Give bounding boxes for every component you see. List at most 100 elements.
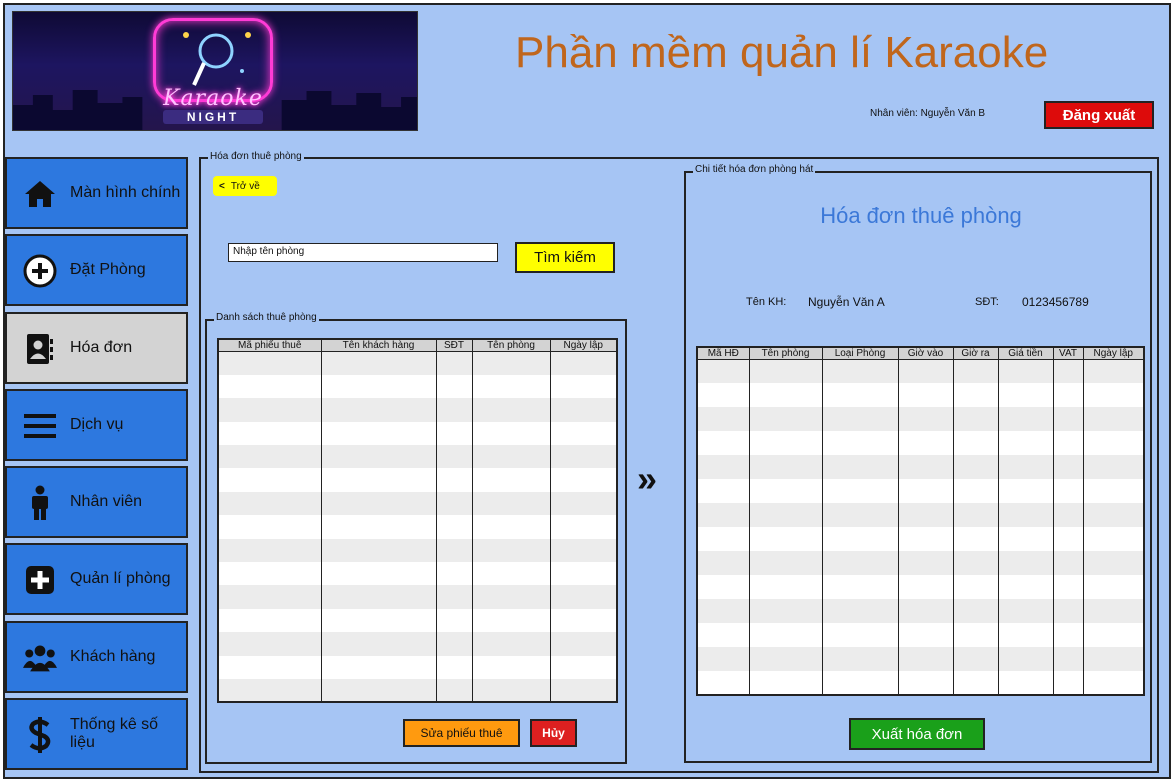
sidebar-item-invoice[interactable]: Hóa đơn: [5, 312, 188, 384]
table-cell[interactable]: [549, 468, 618, 492]
table-row[interactable]: [696, 527, 1145, 552]
back-button[interactable]: < Trở về: [213, 176, 277, 196]
sidebar-item-rooms[interactable]: Quản lí phòng: [5, 543, 188, 615]
table-cell[interactable]: [1082, 407, 1145, 432]
table-cell[interactable]: [217, 445, 322, 469]
table-cell[interactable]: [320, 445, 437, 469]
table-cell[interactable]: [696, 479, 750, 504]
table-cell[interactable]: [320, 585, 437, 609]
table-cell[interactable]: [1052, 359, 1084, 384]
table-row[interactable]: [217, 491, 618, 516]
table-cell[interactable]: [549, 608, 618, 633]
table-cell[interactable]: [897, 359, 954, 384]
table-cell[interactable]: [952, 503, 999, 528]
table-cell[interactable]: [1082, 479, 1145, 504]
table-cell[interactable]: [549, 421, 618, 446]
export-invoice-button[interactable]: Xuất hóa đơn: [849, 718, 985, 750]
column-header[interactable]: Mã phiếu thuê: [217, 338, 322, 352]
table-cell[interactable]: [549, 398, 618, 422]
table-cell[interactable]: [997, 455, 1054, 480]
table-cell[interactable]: [821, 359, 899, 384]
table-cell[interactable]: [320, 608, 437, 633]
table-cell[interactable]: [696, 599, 750, 623]
table-cell[interactable]: [821, 646, 899, 671]
table-row[interactable]: [217, 445, 618, 469]
table-row[interactable]: [696, 407, 1145, 432]
table-cell[interactable]: [217, 585, 322, 609]
table-cell[interactable]: [821, 455, 899, 480]
table-cell[interactable]: [435, 491, 473, 516]
table-cell[interactable]: [952, 646, 999, 671]
sidebar-item-staff[interactable]: Nhân viên: [5, 466, 188, 538]
table-cell[interactable]: [320, 398, 437, 422]
table-cell[interactable]: [997, 622, 1054, 647]
table-cell[interactable]: [821, 670, 899, 695]
table-cell[interactable]: [1082, 646, 1145, 671]
sidebar-item-customers[interactable]: Khách hàng: [5, 621, 188, 693]
search-input[interactable]: Nhập tên phòng: [228, 243, 498, 262]
table-cell[interactable]: [748, 670, 823, 695]
table-cell[interactable]: [549, 374, 618, 399]
table-row[interactable]: [217, 398, 618, 422]
table-cell[interactable]: [435, 351, 473, 375]
table-cell[interactable]: [217, 398, 322, 422]
table-cell[interactable]: [1082, 670, 1145, 695]
table-cell[interactable]: [435, 374, 473, 399]
table-cell[interactable]: [696, 670, 750, 695]
table-cell[interactable]: [696, 359, 750, 384]
table-cell[interactable]: [1052, 383, 1084, 408]
table-row[interactable]: [217, 468, 618, 492]
column-header[interactable]: Loại Phòng: [821, 346, 899, 360]
column-header[interactable]: Giá tiền: [997, 346, 1054, 360]
table-row[interactable]: [217, 538, 618, 563]
table-cell[interactable]: [435, 468, 473, 492]
table-cell[interactable]: [952, 455, 999, 480]
table-cell[interactable]: [997, 670, 1054, 695]
invoice-detail-table[interactable]: Mã HĐ Tên phòng Loại Phòng Giờ vào Giờ r…: [696, 346, 1145, 696]
column-header[interactable]: Ngày lập: [1082, 346, 1145, 360]
table-cell[interactable]: [952, 527, 999, 552]
column-header[interactable]: Ngày lập: [549, 338, 618, 352]
table-cell[interactable]: [217, 491, 322, 516]
table-cell[interactable]: [1052, 407, 1084, 432]
table-cell[interactable]: [1052, 622, 1084, 647]
table-cell[interactable]: [1082, 599, 1145, 623]
table-cell[interactable]: [1052, 431, 1084, 456]
table-cell[interactable]: [320, 632, 437, 656]
table-cell[interactable]: [952, 407, 999, 432]
column-header[interactable]: SĐT: [435, 338, 473, 352]
table-cell[interactable]: [471, 468, 551, 492]
table-row[interactable]: [696, 599, 1145, 623]
table-cell[interactable]: [549, 515, 618, 539]
table-cell[interactable]: [435, 445, 473, 469]
table-cell[interactable]: [696, 503, 750, 528]
table-cell[interactable]: [471, 608, 551, 633]
sidebar-item-booking[interactable]: Đặt Phòng: [5, 234, 188, 306]
table-row[interactable]: [217, 374, 618, 399]
table-cell[interactable]: [952, 599, 999, 623]
table-cell[interactable]: [997, 407, 1054, 432]
table-row[interactable]: [217, 421, 618, 446]
table-cell[interactable]: [435, 421, 473, 446]
table-cell[interactable]: [471, 562, 551, 586]
table-cell[interactable]: [217, 515, 322, 539]
table-cell[interactable]: [897, 622, 954, 647]
table-cell[interactable]: [696, 431, 750, 456]
table-cell[interactable]: [320, 351, 437, 375]
table-cell[interactable]: [217, 374, 322, 399]
table-cell[interactable]: [320, 562, 437, 586]
table-cell[interactable]: [549, 655, 618, 679]
table-cell[interactable]: [748, 575, 823, 600]
table-row[interactable]: [217, 562, 618, 586]
table-cell[interactable]: [997, 575, 1054, 600]
table-cell[interactable]: [471, 491, 551, 516]
table-cell[interactable]: [1082, 431, 1145, 456]
table-cell[interactable]: [471, 515, 551, 539]
table-cell[interactable]: [471, 398, 551, 422]
table-cell[interactable]: [320, 515, 437, 539]
table-cell[interactable]: [549, 351, 618, 375]
table-cell[interactable]: [435, 515, 473, 539]
table-row[interactable]: [217, 515, 618, 539]
table-cell[interactable]: [997, 646, 1054, 671]
search-button[interactable]: Tìm kiếm: [515, 242, 615, 273]
